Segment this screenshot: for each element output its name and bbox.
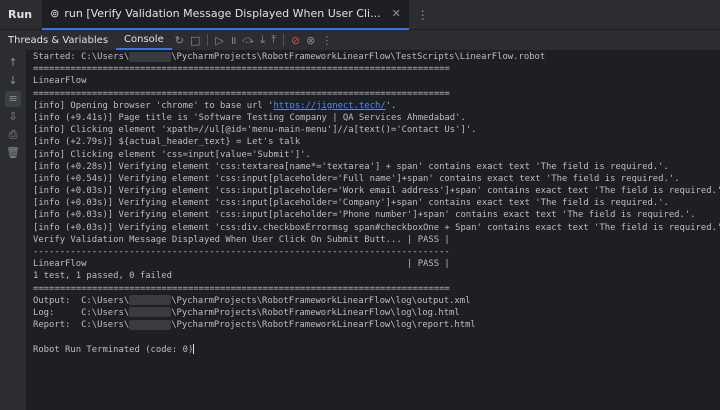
console-line: [info (+9.41s)] Page title is 'Software …	[33, 112, 466, 123]
redacted-username	[129, 307, 172, 318]
console-line: [info (+0.54s)] Verifying element 'css:i…	[33, 173, 680, 184]
test-result-line: Verify Validation Message Displayed When…	[33, 234, 450, 245]
text-caret	[193, 344, 195, 354]
step-over-icon[interactable]: ⤼	[242, 33, 254, 47]
run-config-tab-label: run [Verify Validation Message Displayed…	[64, 7, 381, 20]
console-line: Started: C:\Users\ \PycharmProjects\Robot…	[33, 51, 546, 62]
console-line: [info (+0.03s)] Verifying element 'css:i…	[33, 186, 720, 197]
console-line: [info] Opening browser 'chrome' to base …	[33, 100, 397, 111]
more-icon[interactable]: ⋮	[321, 34, 332, 47]
redacted-username	[129, 295, 172, 306]
print-icon[interactable]: ⎙	[5, 127, 21, 143]
report-path-line: Report: C:\Users\ \PycharmProjects\RobotF…	[33, 319, 476, 331]
console-line: [info (+0.28s)] Verifying element 'css:t…	[33, 161, 669, 172]
up-arrow-icon[interactable]: ↑	[5, 55, 21, 71]
tool-window-header: Run ⊚ run [Verify Validation Message Dis…	[0, 0, 720, 30]
tab-console[interactable]: Console	[116, 30, 172, 50]
stop-icon[interactable]: □	[190, 34, 200, 47]
summary-line: 1 test, 1 passed, 0 failed	[33, 271, 172, 282]
scroll-to-end-icon[interactable]: ⇩	[5, 109, 21, 125]
console-line: [info (+2.79s)] ${actual_header_text} = …	[33, 137, 301, 148]
separator-line: ========================================…	[33, 64, 450, 75]
step-out-icon[interactable]: ⤒	[271, 33, 276, 47]
more-options-icon[interactable]: ⋮	[417, 8, 429, 22]
step-into-icon[interactable]: ⤓	[260, 33, 265, 47]
console-line: [info (+0.03s)] Verifying element 'css:i…	[33, 210, 696, 221]
console-line: [info (+0.03s)] Verifying element 'css:d…	[33, 222, 720, 233]
resume-icon[interactable]: ▷	[215, 34, 223, 47]
separator-line: ========================================…	[33, 283, 450, 294]
clear-all-icon[interactable]: 🗑	[5, 145, 21, 161]
base-url-link[interactable]: https://jignect.tech/	[273, 101, 385, 111]
separator-line: ========================================…	[33, 88, 450, 99]
view-breakpoints-icon[interactable]: ⊘	[291, 34, 300, 47]
run-config-icon: ⊚	[50, 7, 60, 20]
redacted-username	[129, 319, 172, 330]
separator-line: ----------------------------------------…	[33, 247, 450, 257]
console-side-toolbar: ↑ ↓ ≡ ⇩ ⎙ 🗑	[0, 50, 26, 410]
toolbar-divider	[207, 34, 209, 46]
console-line: [info] Clicking element 'css=input[value…	[33, 149, 311, 160]
console-toolbar: Threads & Variables Console ↻ □ ▷ ॥ ⤼ ⤓ …	[0, 30, 720, 50]
redacted-username	[129, 51, 172, 62]
log-path-line: Log: C:\Users\ \PycharmProjects\RobotFram…	[33, 307, 460, 318]
soft-wrap-icon[interactable]: ≡	[5, 91, 21, 107]
down-arrow-icon[interactable]: ↓	[5, 73, 21, 89]
console-line: [info (+0.03s)] Verifying element 'css:i…	[33, 198, 669, 209]
mute-breakpoints-icon[interactable]: ⊗	[306, 34, 315, 47]
pause-icon[interactable]: ॥	[230, 33, 237, 48]
console-output[interactable]: Started: C:\Users\ \PycharmProjects\Robot…	[26, 50, 720, 410]
terminated-line: Robot Run Terminated (code: 0)	[33, 344, 195, 355]
toolbar-divider	[282, 34, 284, 46]
console-line: [info] Clicking element 'xpath=//ul[@id=…	[33, 125, 477, 136]
suite-result-line: LinearFlow | PASS |	[33, 259, 450, 270]
rerun-icon[interactable]: ↻	[175, 34, 184, 47]
run-config-tab[interactable]: ⊚ run [Verify Validation Message Display…	[42, 0, 409, 30]
run-tool-window-title: Run	[8, 8, 33, 21]
tab-threads-variables[interactable]: Threads & Variables	[0, 30, 116, 50]
suite-name: LinearFlow	[33, 76, 87, 87]
close-icon[interactable]: ✕	[392, 7, 401, 20]
output-path-line: Output: C:\Users\ \PycharmProjects\RobotF…	[33, 295, 471, 306]
